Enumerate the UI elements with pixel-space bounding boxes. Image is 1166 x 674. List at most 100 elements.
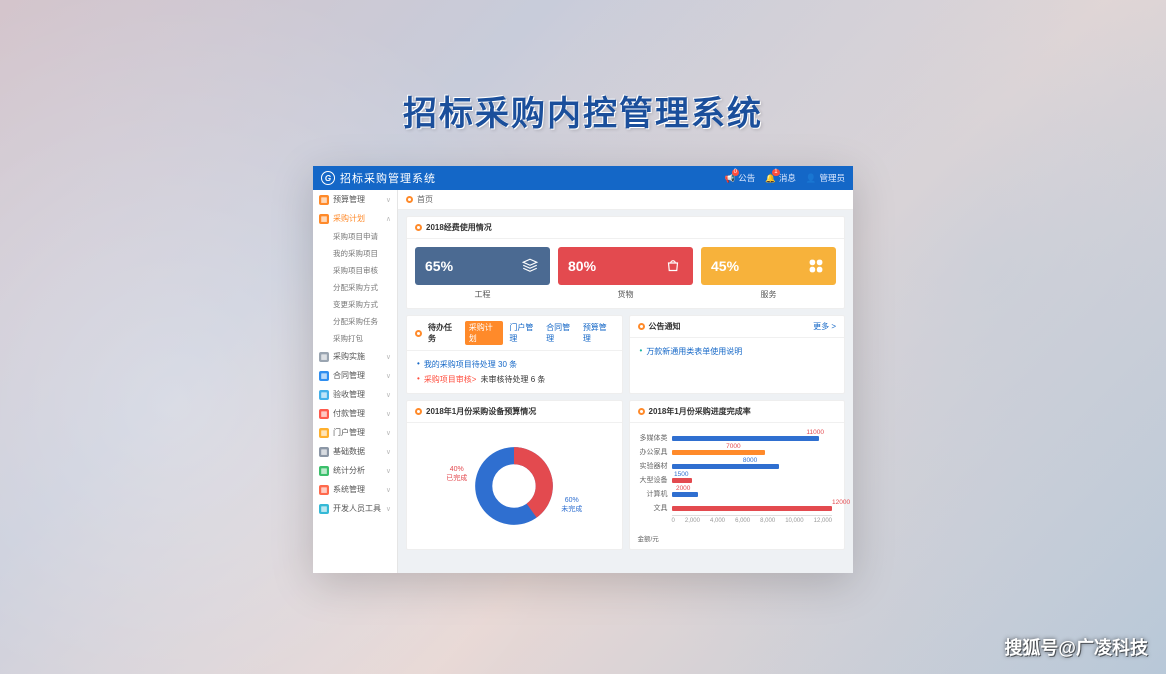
sidebar-item[interactable]: ▦门户管理∨ xyxy=(313,423,397,442)
sidebar-subitem[interactable]: 采购打包 xyxy=(313,330,397,347)
kpi-card[interactable]: 80% xyxy=(558,247,693,285)
sidebar-item[interactable]: ▦合同管理∨ xyxy=(313,366,397,385)
usage-title: 2018经费使用情况 xyxy=(426,222,492,233)
breadcrumb: 首页 xyxy=(398,190,853,210)
donut-chart: 40%已完成 60%未完成 xyxy=(474,446,554,526)
bar-value: 2000 xyxy=(676,485,690,492)
sidebar-subitem[interactable]: 变更采购方式 xyxy=(313,296,397,313)
sidebar-item-label: 基础数据 xyxy=(333,446,365,457)
sidebar-item[interactable]: ▦付款管理∨ xyxy=(313,404,397,423)
msg-badge: 1 xyxy=(772,169,779,176)
sidebar-subitem[interactable]: 采购项目申请 xyxy=(313,228,397,245)
nav-user[interactable]: 👤 管理员 xyxy=(806,172,845,184)
sidebar-item[interactable]: ▦验收管理∨ xyxy=(313,385,397,404)
bar: 1500 xyxy=(672,478,692,483)
bar-panel: 2018年1月份采购进度完成率 多媒体类11000办公家具7000实验器材800… xyxy=(629,400,846,550)
bar-title: 2018年1月份采购进度完成率 xyxy=(649,406,751,417)
task-item[interactable]: 采购项目审核>未审核待处理 6 条 xyxy=(417,372,612,387)
sidebar-item-label: 系统管理 xyxy=(333,484,365,495)
sidebar-item[interactable]: ▦ 采购实施 ∨ xyxy=(313,347,397,366)
bar-category: 文具 xyxy=(638,503,668,513)
tasks-tab[interactable]: 合同管理 xyxy=(546,322,577,344)
panel-dot-icon xyxy=(415,224,422,231)
logo-icon: G xyxy=(321,171,335,185)
notice-badge: 0 xyxy=(732,169,739,176)
kpi-icon xyxy=(663,256,683,276)
main-area: 首页 2018经费使用情况 65%工程80%货物45%服务 待办任务 采购计划门… xyxy=(398,190,853,573)
breadcrumb-dot-icon xyxy=(406,196,413,203)
notice-more-link[interactable]: 更多 > xyxy=(813,321,836,332)
bar-row: 实验器材8000 xyxy=(638,459,833,473)
notice-item[interactable]: 万款新通用类表单使用说明 xyxy=(640,344,835,359)
donut-label-undone: 60%未完成 xyxy=(561,497,582,514)
bar-value: 12000 xyxy=(832,499,850,506)
sidebar-item-label: 预算管理 xyxy=(333,194,365,205)
bar: 8000 xyxy=(672,464,779,469)
kpi-percent: 45% xyxy=(711,258,739,274)
sidebar: ▦预算管理∨▦采购计划∧采购项目申请我的采购项目采购项目审核分配采购方式变更采购… xyxy=(313,190,398,573)
kpi-card[interactable]: 45% xyxy=(701,247,836,285)
bar-category: 计算机 xyxy=(638,489,668,499)
bar-value: 8000 xyxy=(743,457,757,464)
usage-panel: 2018经费使用情况 65%工程80%货物45%服务 xyxy=(406,216,845,309)
sidebar-item[interactable]: ▦开发人员工具∨ xyxy=(313,499,397,518)
tasks-head: 待办任务 xyxy=(428,322,459,344)
titlebar: G 招标采购管理系统 📢 0 公告 🔔 1 消息 👤 管理员 xyxy=(313,166,853,190)
sidebar-subitem[interactable]: 分配采购任务 xyxy=(313,313,397,330)
bar-category: 多媒体类 xyxy=(638,433,668,443)
bar: 12000 xyxy=(672,506,833,511)
sidebar-subitem[interactable]: 分配采购方式 xyxy=(313,279,397,296)
nav-notice-label: 公告 xyxy=(738,172,755,184)
kpi-card[interactable]: 65% xyxy=(415,247,550,285)
chevron-icon: ∨ xyxy=(386,486,391,494)
bar-row: 大型设备 1500 xyxy=(638,473,833,487)
sidebar-item[interactable]: ▦预算管理∨ xyxy=(313,190,397,209)
tasks-tab[interactable]: 预算管理 xyxy=(583,322,614,344)
sidebar-subitem[interactable]: 我的采购项目 xyxy=(313,245,397,262)
sidebar-item-icon: ▦ xyxy=(319,352,329,362)
sidebar-item[interactable]: ▦ 系统管理 ∨ xyxy=(313,480,397,499)
donut-label-done: 40%已完成 xyxy=(446,466,467,483)
tasks-tab[interactable]: 采购计划 xyxy=(465,321,504,345)
sidebar-item[interactable]: ▦统计分析∨ xyxy=(313,461,397,480)
panel-dot-icon xyxy=(638,323,645,330)
sidebar-item-icon: ▦ xyxy=(319,485,329,495)
sidebar-item-label: 统计分析 xyxy=(333,465,365,476)
sidebar-item-label: 合同管理 xyxy=(333,370,365,381)
bar-row: 办公家具7000 xyxy=(638,445,833,459)
donut-panel: 2018年1月份采购设备预算情况 40%已完成 xyxy=(406,400,623,550)
sidebar-item-label: 采购实施 xyxy=(333,351,365,362)
bar-category: 大型设备 xyxy=(638,475,668,485)
breadcrumb-label: 首页 xyxy=(417,194,433,205)
nav-user-label: 管理员 xyxy=(819,172,845,184)
sidebar-item-label: 验收管理 xyxy=(333,389,365,400)
chevron-icon: ∨ xyxy=(386,467,391,475)
sidebar-subitem[interactable]: 采购项目审核 xyxy=(313,262,397,279)
sidebar-item-label: 门户管理 xyxy=(333,427,365,438)
chevron-icon: ∨ xyxy=(386,410,391,418)
bar-xlabel: 金额/元 xyxy=(638,533,659,543)
nav-messages[interactable]: 🔔 1 消息 xyxy=(765,172,796,184)
sidebar-item[interactable]: ▦采购计划∧ xyxy=(313,209,397,228)
sidebar-item-label: 开发人员工具 xyxy=(333,503,381,514)
tasks-panel: 待办任务 采购计划门户管理合同管理预算管理 我的采购项目待处理 30 条采购项目… xyxy=(406,315,623,394)
page-title: 招标采购内控管理系统 xyxy=(0,86,1166,135)
sidebar-item-icon: ▦ xyxy=(319,504,329,514)
nav-msg-label: 消息 xyxy=(779,172,796,184)
task-item[interactable]: 我的采购项目待处理 30 条 xyxy=(417,357,612,372)
bar-axis: 02,0004,0006,0008,00010,00012,000 xyxy=(672,515,833,524)
kpi-icon xyxy=(520,256,540,276)
tasks-tab[interactable]: 门户管理 xyxy=(509,322,540,344)
bar-chart: 多媒体类11000办公家具7000实验器材8000大型设备1500计算机2000… xyxy=(634,427,841,545)
panel-dot-icon xyxy=(415,408,422,415)
sidebar-item[interactable]: ▦基础数据∨ xyxy=(313,442,397,461)
nav-notice[interactable]: 📢 0 公告 xyxy=(725,172,756,184)
app-name: 招标采购管理系统 xyxy=(340,170,436,186)
bar-row: 文具 12000 xyxy=(638,501,833,515)
chevron-icon: ∨ xyxy=(386,372,391,380)
sidebar-item-icon: ▦ xyxy=(319,390,329,400)
bar: 2000 xyxy=(672,492,699,497)
notice-panel: 公告通知 更多 > 万款新通用类表单使用说明 xyxy=(629,315,846,394)
chevron-icon: ∨ xyxy=(386,353,391,361)
chevron-icon: ∧ xyxy=(386,215,391,223)
